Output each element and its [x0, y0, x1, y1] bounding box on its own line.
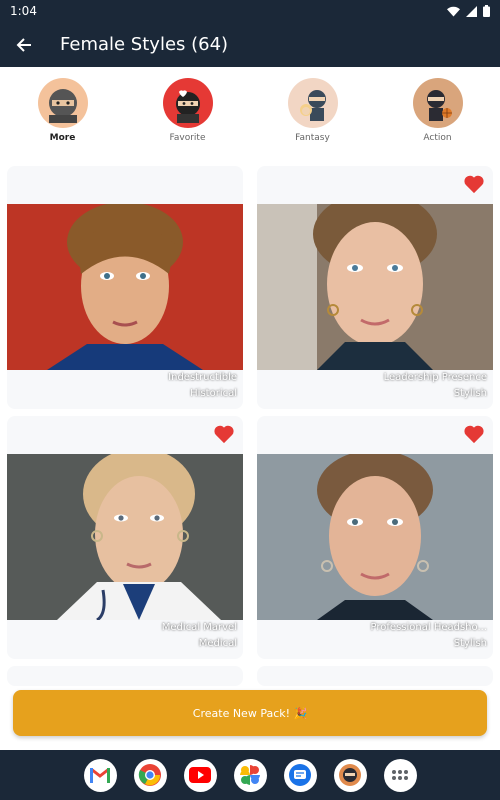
status-time: 1:04: [10, 4, 37, 18]
chrome-icon[interactable]: [133, 758, 167, 792]
category-icon-fantasy: [287, 78, 338, 128]
style-card[interactable]: Professional Headsho... Stylish: [257, 416, 493, 659]
style-title: Indestructible: [168, 372, 237, 383]
category-label: Favorite: [169, 133, 206, 143]
photos-icon[interactable]: [233, 758, 267, 792]
category-label: Action: [423, 133, 452, 143]
apps-icon[interactable]: [383, 758, 417, 792]
category-label: More: [49, 133, 76, 143]
app-bar: Female Styles (64): [0, 22, 500, 67]
style-category: Stylish: [453, 638, 487, 649]
back-arrow-icon: [16, 37, 31, 52]
style-title: Leadership Presence: [383, 372, 487, 383]
page-title: Female Styles (64): [60, 34, 229, 55]
style-caption: Professional Headsho... Stylish: [371, 620, 487, 652]
category-action[interactable]: Action: [375, 78, 500, 148]
category-icon-action: [412, 78, 463, 128]
style-title: Medical Marvel: [161, 622, 237, 633]
gmail-icon[interactable]: [83, 758, 117, 792]
category-row: More Favorite Fantasy Action: [0, 78, 500, 148]
messages-icon[interactable]: [283, 758, 317, 792]
style-card[interactable]: Leadership Presence Stylish: [257, 166, 493, 409]
style-category: Historical: [190, 388, 237, 399]
category-more[interactable]: More: [0, 78, 125, 148]
style-image: [7, 204, 243, 370]
style-caption: Medical Marvel Medical: [162, 620, 237, 652]
category-fantasy[interactable]: Fantasy: [250, 78, 375, 148]
category-icon-more: [37, 78, 88, 128]
cellular-icon: [466, 5, 477, 17]
style-card[interactable]: [7, 666, 243, 686]
style-card[interactable]: [257, 666, 493, 686]
category-favorite[interactable]: Favorite: [125, 78, 250, 148]
ninja-basketball-icon: [426, 90, 452, 121]
create-pack-button[interactable]: Create New Pack! 🎉: [13, 690, 487, 736]
style-category: Stylish: [453, 388, 487, 399]
app-dock: [0, 750, 500, 800]
style-image: [257, 454, 493, 620]
heart-icon[interactable]: [463, 174, 485, 194]
heart-icon[interactable]: [463, 424, 485, 444]
youtube-icon[interactable]: [183, 758, 217, 792]
style-image: [257, 204, 493, 370]
style-card[interactable]: Indestructible Historical: [7, 166, 243, 409]
ninja-heart-icon: [175, 90, 200, 123]
style-image: [7, 454, 243, 620]
status-icons: [447, 5, 490, 17]
ninja-pair-icon: [299, 90, 326, 121]
back-button[interactable]: [0, 22, 48, 67]
wifi-icon: [447, 6, 460, 16]
heart-icon[interactable]: [213, 424, 235, 444]
style-caption: Indestructible Historical: [168, 370, 237, 402]
app-icon[interactable]: [333, 758, 367, 792]
style-card[interactable]: Medical Marvel Medical: [7, 416, 243, 659]
ninja-icon: [48, 89, 77, 123]
category-icon-favorite: [162, 78, 213, 128]
category-label: Fantasy: [295, 133, 330, 143]
battery-icon: [483, 5, 490, 17]
status-bar: 1:04: [0, 0, 500, 22]
style-caption: Leadership Presence Stylish: [384, 370, 487, 402]
style-category: Medical: [198, 638, 237, 649]
style-title: Professional Headsho...: [370, 622, 487, 633]
